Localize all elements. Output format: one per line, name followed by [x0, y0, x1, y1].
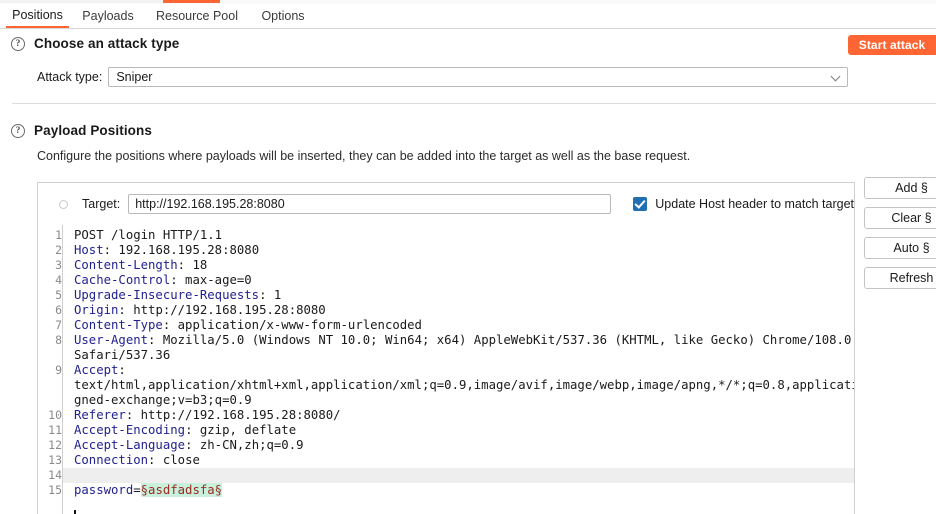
code-line: Content-Type: application/x-www-form-url…	[74, 318, 422, 333]
code-line: Cache-Control: max-age=0	[74, 273, 252, 288]
line-number: 4	[55, 273, 62, 287]
line-number: 1	[55, 228, 62, 242]
target-row: Target: Update Host header to match targ…	[38, 183, 854, 225]
code-line: text/html,application/xhtml+xml,applicat…	[74, 378, 854, 392]
line-number: 5	[55, 288, 62, 302]
code-line: Connection: close	[74, 453, 200, 468]
tab-payloads[interactable]: Payloads	[77, 4, 139, 28]
header-value: : close	[148, 453, 200, 467]
line-number: 7	[55, 318, 62, 332]
update-host-header-label: Update Host header to match target	[655, 197, 854, 211]
attack-type-title: Choose an attack type	[34, 36, 180, 51]
line-number: 9	[55, 363, 62, 377]
header-value: :	[118, 363, 126, 377]
attack-type-section-header: ? Choose an attack type	[11, 36, 179, 51]
tab-options[interactable]: Options	[255, 4, 311, 28]
question-circle-icon[interactable]: ?	[11, 36, 25, 51]
header-value: : Mozilla/5.0 (Windows NT 10.0; Win64; x…	[148, 333, 854, 347]
header-value: : gzip, deflate	[185, 423, 297, 437]
attack-type-value: Sniper	[116, 70, 153, 84]
code-line: Accept:	[74, 363, 126, 378]
line-number: 11	[48, 423, 62, 437]
body-param-equals: =	[133, 483, 141, 497]
line-number: 10	[48, 408, 62, 422]
request-code-lines: POST /login HTTP/1.1 Host: 192.168.195.28…	[63, 225, 854, 514]
header-name: Referer	[74, 408, 126, 422]
request-code-editor[interactable]: 1 2 3 4 5 6 7 8 9 10 11 12 13 14 15 POST /login HTTP/1…	[38, 225, 854, 514]
request-editor-panel: Target: Update Host header to match targ…	[37, 182, 855, 514]
tab-positions[interactable]: Positions	[6, 4, 69, 28]
line-number: 3	[55, 258, 62, 272]
code-line: Referer: http://192.168.195.28:8080/	[74, 408, 341, 423]
header-name: Host	[74, 243, 104, 257]
add-payload-marker-button[interactable]: Add §	[864, 177, 936, 199]
code-line: Content-Length: 18	[74, 258, 207, 273]
question-circle-icon[interactable]: ?	[11, 123, 25, 138]
line-number-gutter: 1 2 3 4 5 6 7 8 9 10 11 12 13 14 15	[38, 225, 63, 514]
payload-positions-section-header: ? Payload Positions	[11, 123, 152, 138]
header-name: Upgrade-Insecure-Requests	[74, 288, 260, 302]
parent-tab-inactive	[0, 0, 163, 3]
auto-payload-markers-button[interactable]: Auto §	[864, 237, 936, 259]
refresh-button[interactable]: Refresh	[864, 267, 936, 289]
header-name: Origin	[74, 303, 119, 317]
header-value: : http://192.168.195.28:8080	[118, 303, 326, 317]
header-value: : application/x-www-form-urlencoded	[162, 318, 422, 332]
section-divider	[12, 103, 936, 104]
code-line: Host: 192.168.195.28:8080	[74, 243, 259, 258]
header-value: : 192.168.195.28:8080	[103, 243, 260, 257]
target-label: Target:	[82, 197, 121, 211]
code-line: POST /login HTTP/1.1	[74, 228, 223, 242]
line-number: 8	[55, 333, 62, 347]
header-name: Connection	[74, 453, 149, 467]
code-line: password=§asdfadsfa§	[74, 483, 223, 498]
target-circle-icon	[59, 199, 68, 209]
line-number: 14	[48, 468, 62, 482]
code-line: Accept-Encoding: gzip, deflate	[74, 423, 296, 438]
code-line: Upgrade-Insecure-Requests: 1	[74, 288, 281, 303]
header-value: : zh-CN,zh;q=0.9	[185, 438, 304, 452]
header-name: Accept-Encoding	[74, 423, 186, 437]
header-name: Content-Type	[74, 318, 163, 332]
update-host-header-checkbox-row[interactable]: Update Host header to match target	[633, 197, 854, 211]
payload-position-marker[interactable]: §asdfadsfa§	[140, 483, 223, 497]
intruder-tab-bar: Positions Payloads Resource Pool Options	[0, 4, 936, 29]
header-name: User-Agent	[74, 333, 149, 347]
header-name: Cache-Control	[74, 273, 171, 287]
target-input[interactable]	[128, 194, 612, 214]
header-value: : 18	[177, 258, 208, 272]
parent-tab-active-underline	[163, 0, 220, 3]
payload-positions-description: Configure the positions where payloads w…	[37, 149, 691, 163]
tab-resource-pool[interactable]: Resource Pool	[147, 4, 247, 28]
clear-payload-markers-button[interactable]: Clear §	[864, 207, 936, 229]
chevron-down-icon	[832, 73, 841, 82]
attack-type-label: Attack type:	[37, 70, 103, 84]
code-line: gned-exchange;v=b3;q=0.9	[74, 393, 252, 407]
body-param-name: password	[74, 483, 134, 497]
header-name: Accept	[74, 363, 119, 377]
header-value: : 1	[259, 288, 282, 302]
payload-positions-title: Payload Positions	[34, 123, 152, 138]
start-attack-button[interactable]: Start attack	[848, 35, 936, 55]
code-line: Safari/537.36	[74, 348, 171, 362]
code-line: Accept-Language: zh-CN,zh;q=0.9	[74, 438, 304, 453]
code-line: Origin: http://192.168.195.28:8080	[74, 303, 326, 318]
header-value: : max-age=0	[170, 273, 252, 287]
intruder-positions-screen: Positions Payloads Resource Pool Options…	[0, 0, 936, 514]
text-caret	[74, 510, 76, 514]
line-number: 2	[55, 243, 62, 257]
header-value: : http://192.168.195.28:8080/	[125, 408, 341, 422]
code-line: User-Agent: Mozilla/5.0 (Windows NT 10.0…	[74, 333, 854, 348]
update-host-header-checkbox[interactable]	[633, 197, 648, 211]
line-number: 12	[48, 438, 62, 452]
header-name: Accept-Language	[74, 438, 186, 452]
line-number: 6	[55, 303, 62, 317]
line-number: 15	[48, 483, 62, 497]
line-number: 13	[48, 453, 62, 467]
attack-type-select[interactable]: Sniper	[108, 67, 849, 87]
header-name: Content-Length	[74, 258, 178, 272]
attack-type-row: Attack type: Sniper	[37, 67, 849, 87]
